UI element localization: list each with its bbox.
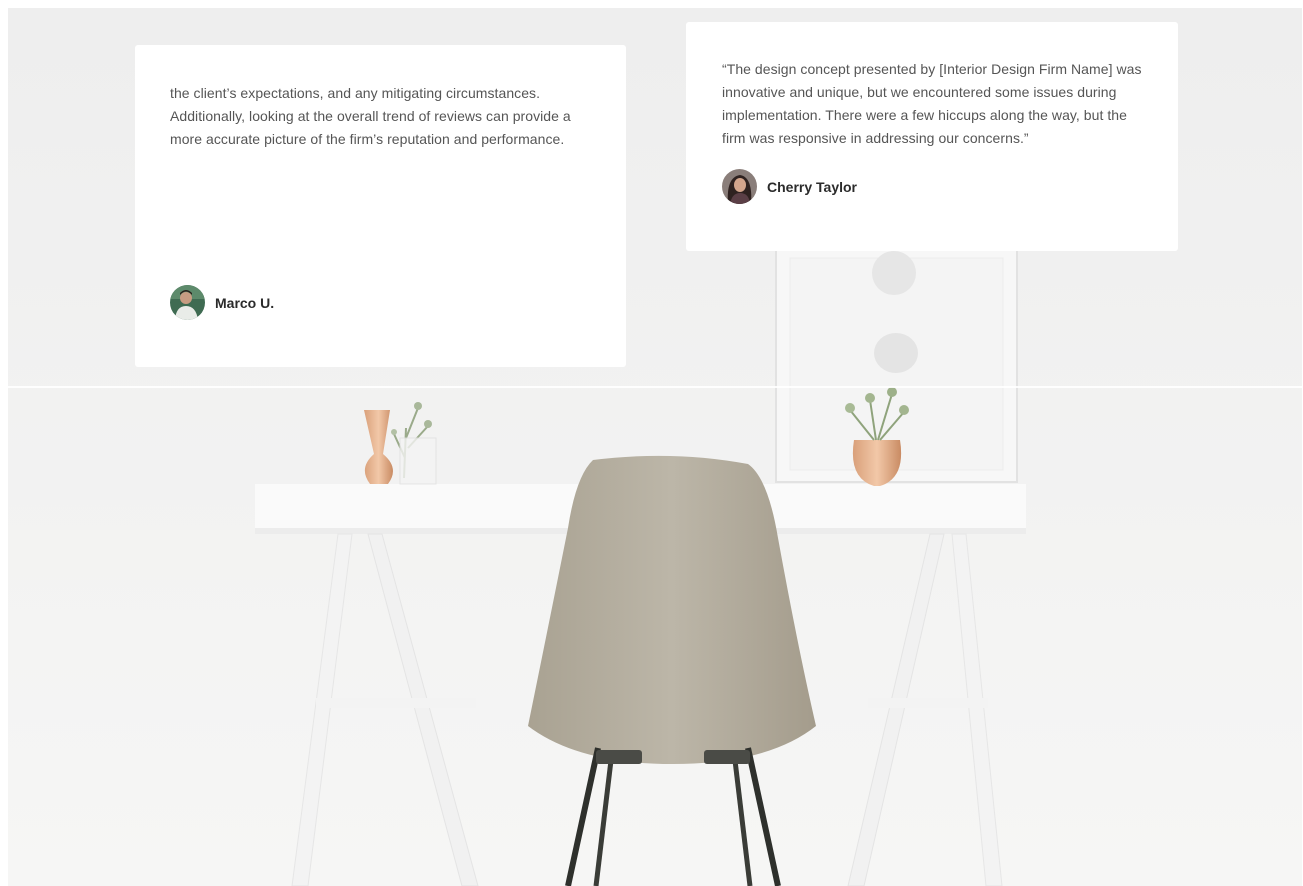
image-seam (8, 386, 1302, 388)
testimonials-section: the client’s expectations, and any mitig… (8, 8, 1302, 886)
avatar-photo-icon (722, 169, 757, 204)
testimonial-card-marco: the client’s expectations, and any mitig… (135, 45, 626, 367)
avatar-photo-icon (170, 285, 205, 320)
testimonial-card-cherry: “The design concept presented by [Interi… (686, 22, 1178, 251)
testimonial-quote: the client’s expectations, and any mitig… (170, 85, 571, 147)
testimonial-author: Cherry Taylor (722, 169, 1142, 204)
author-name: Cherry Taylor (767, 178, 857, 195)
testimonial-author: Marco U. (170, 285, 274, 320)
author-name: Marco U. (215, 294, 275, 311)
testimonial-quote: “The design concept presented by [Interi… (722, 61, 1142, 146)
